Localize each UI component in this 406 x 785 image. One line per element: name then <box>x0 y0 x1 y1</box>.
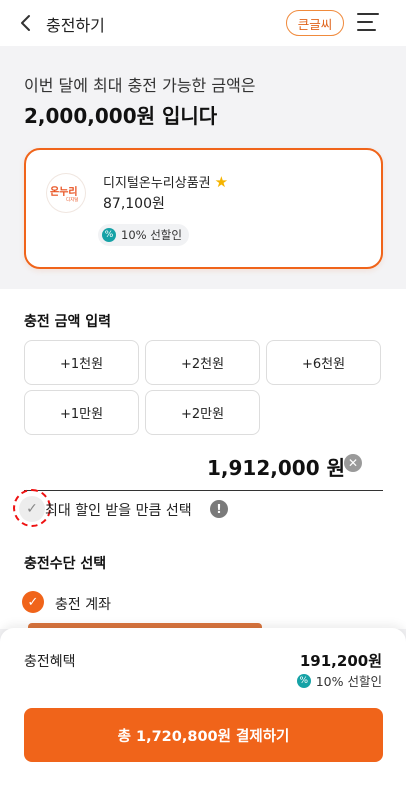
payment-method-title: 충전수단 선택 <box>24 556 107 572</box>
benefit-label: 충전혜택 <box>24 654 76 670</box>
percent-icon: % <box>102 228 116 242</box>
menu-icon[interactable] <box>357 13 379 33</box>
star-icon: ★ <box>214 173 229 191</box>
info-icon[interactable]: ! <box>210 500 228 518</box>
method-option-account[interactable]: 충전 계좌 <box>55 594 111 614</box>
benefit-amount: 191,200원 <box>299 652 382 670</box>
charge-amount-title: 충전 금액 입력 <box>24 314 112 330</box>
clear-amount-icon[interactable]: ✕ <box>344 454 362 472</box>
gift-card-selected[interactable]: 온누리 디지털 디지털온누리상품권 ★ 87,100원 % 10% 선할인 <box>24 148 383 269</box>
limit-amount-line: 2,000,000원 입니다 <box>24 100 217 129</box>
method-check-icon[interactable]: ✓ <box>22 591 44 613</box>
add-2000-button[interactable]: +2천원 <box>145 340 260 385</box>
large-font-button[interactable]: 큰글씨 <box>286 10 344 36</box>
limit-text: 이번 달에 최대 충전 가능한 금액은 <box>24 76 256 95</box>
add-20000-button[interactable]: +2만원 <box>145 390 260 435</box>
amount-underline <box>24 490 383 491</box>
add-10000-button[interactable]: +1만원 <box>24 390 139 435</box>
page-title: 충전하기 <box>46 16 105 35</box>
max-discount-checkbox[interactable]: ✓ <box>19 496 45 522</box>
svg-text:온누리: 온누리 <box>50 185 78 198</box>
gift-card-balance: 87,100원 <box>103 196 165 212</box>
limit-amount: 2,000,000원 <box>24 100 156 129</box>
back-icon[interactable] <box>16 13 36 33</box>
percent-icon: % <box>296 673 311 688</box>
max-discount-label: 최대 할인 받을 만큼 선택 <box>45 503 192 519</box>
limit-suffix: 입니다 <box>155 104 218 128</box>
app-header: 충전하기 큰글씨 <box>0 0 406 46</box>
add-1000-button[interactable]: +1천원 <box>24 340 139 385</box>
svg-text:디지털: 디지털 <box>66 196 78 203</box>
charge-amount-input[interactable]: 1,912,000 원 <box>207 452 345 481</box>
discount-badge: % 10% 선할인 <box>98 224 189 246</box>
pay-button[interactable]: 총 1,720,800원 결제하기 <box>24 708 383 762</box>
add-6000-button[interactable]: +6천원 <box>266 340 381 385</box>
onnuri-logo-icon: 온누리 디지털 <box>47 174 85 212</box>
gift-card-name: 디지털온누리상품권 ★ <box>103 173 229 191</box>
benefit-discount-badge: % 10% 선할인 <box>296 671 382 690</box>
